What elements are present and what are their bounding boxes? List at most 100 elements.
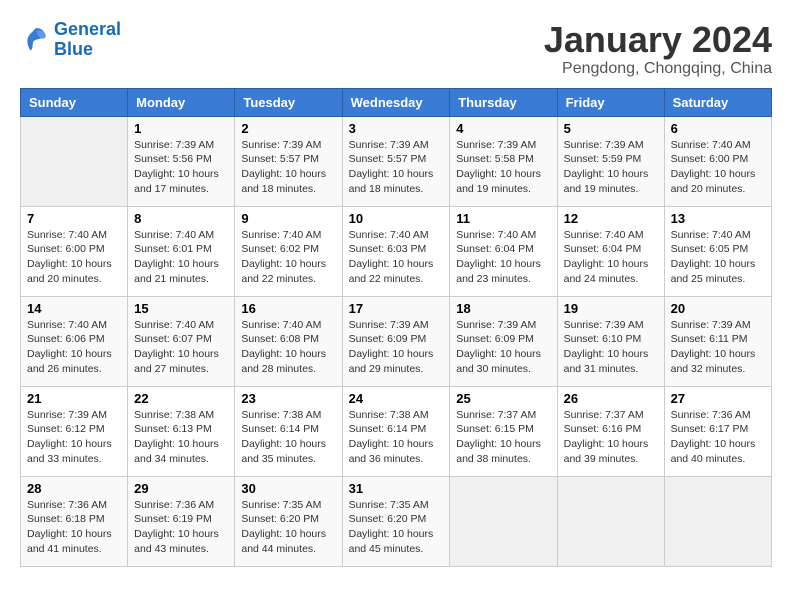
calendar-cell: [664, 476, 771, 566]
day-info: Sunrise: 7:35 AMSunset: 6:20 PMDaylight:…: [241, 498, 335, 557]
calendar-cell: 14Sunrise: 7:40 AMSunset: 6:06 PMDayligh…: [21, 296, 128, 386]
calendar-cell: 6 Sunrise: 7:40 AMSunset: 6:00 PMDaylight…: [664, 116, 771, 206]
header-tuesday: Tuesday: [235, 88, 342, 116]
calendar-table: SundayMondayTuesdayWednesdayThursdayFrid…: [20, 88, 772, 567]
day-number: 11: [456, 211, 550, 226]
day-number: 3: [349, 121, 444, 136]
day-info: Sunrise: 7:38 AMSunset: 6:13 PMDaylight:…: [134, 408, 228, 467]
day-number: 31: [349, 481, 444, 496]
day-info: Sunrise: 7:39 AMSunset: 6:11 PMDaylight:…: [671, 318, 765, 377]
day-info: Sunrise: 7:40 AMSunset: 6:07 PMDaylight:…: [134, 318, 228, 377]
calendar-cell: 19 Sunrise: 7:39 AMSunset: 6:10 PMDayligh…: [557, 296, 664, 386]
day-number: 12: [564, 211, 658, 226]
day-info: Sunrise: 7:39 AMSunset: 6:09 PMDaylight:…: [349, 318, 444, 377]
title-block: January 2024 Pengdong, Chongqing, China: [544, 20, 772, 78]
day-info: Sunrise: 7:40 AMSunset: 6:03 PMDaylight:…: [349, 228, 444, 287]
location: Pengdong, Chongqing, China: [544, 60, 772, 78]
header-friday: Friday: [557, 88, 664, 116]
calendar-cell: [450, 476, 557, 566]
calendar-cell: 29 Sunrise: 7:36 AMSunset: 6:19 PMDayligh…: [128, 476, 235, 566]
day-info: Sunrise: 7:39 AMSunset: 6:10 PMDaylight:…: [564, 318, 658, 377]
day-info: Sunrise: 7:40 AMSunset: 6:04 PMDaylight:…: [456, 228, 550, 287]
day-number: 19: [564, 301, 658, 316]
day-number: 6: [671, 121, 765, 136]
day-number: 18: [456, 301, 550, 316]
day-info: Sunrise: 7:37 AMSunset: 6:16 PMDaylight:…: [564, 408, 658, 467]
calendar-cell: 17 Sunrise: 7:39 AMSunset: 6:09 PMDayligh…: [342, 296, 450, 386]
day-number: 9: [241, 211, 335, 226]
calendar-cell: 10 Sunrise: 7:40 AMSunset: 6:03 PMDayligh…: [342, 206, 450, 296]
day-number: 15: [134, 301, 228, 316]
calendar-cell: 31 Sunrise: 7:35 AMSunset: 6:20 PMDayligh…: [342, 476, 450, 566]
calendar-cell: 5 Sunrise: 7:39 AMSunset: 5:59 PMDaylight…: [557, 116, 664, 206]
day-number: 16: [241, 301, 335, 316]
day-info: Sunrise: 7:40 AMSunset: 6:00 PMDaylight:…: [27, 228, 121, 287]
day-info: Sunrise: 7:36 AMSunset: 6:19 PMDaylight:…: [134, 498, 228, 557]
header-wednesday: Wednesday: [342, 88, 450, 116]
calendar-cell: 24Sunrise: 7:38 AMSunset: 6:14 PMDayligh…: [342, 386, 450, 476]
day-number: 23: [241, 391, 335, 406]
day-info: Sunrise: 7:40 AMSunset: 6:01 PMDaylight:…: [134, 228, 228, 287]
day-info: Sunrise: 7:39 AMSunset: 5:58 PMDaylight:…: [456, 138, 550, 197]
day-number: 29: [134, 481, 228, 496]
calendar-cell: 23Sunrise: 7:38 AMSunset: 6:14 PMDayligh…: [235, 386, 342, 476]
day-info: Sunrise: 7:36 AMSunset: 6:18 PMDaylight:…: [27, 498, 121, 557]
calendar-cell: 15 Sunrise: 7:40 AMSunset: 6:07 PMDayligh…: [128, 296, 235, 386]
day-number: 30: [241, 481, 335, 496]
day-info: Sunrise: 7:40 AMSunset: 6:08 PMDaylight:…: [241, 318, 335, 377]
calendar-body: 1 Sunrise: 7:39 AMSunset: 5:56 PMDaylight…: [21, 116, 772, 566]
day-number: 17: [349, 301, 444, 316]
calendar-cell: 28 Sunrise: 7:36 AMSunset: 6:18 PMDayligh…: [21, 476, 128, 566]
day-info: Sunrise: 7:39 AMSunset: 5:57 PMDaylight:…: [241, 138, 335, 197]
day-number: 22: [134, 391, 228, 406]
calendar-cell: 27 Sunrise: 7:36 AMSunset: 6:17 PMDayligh…: [664, 386, 771, 476]
calendar-cell: 30 Sunrise: 7:35 AMSunset: 6:20 PMDayligh…: [235, 476, 342, 566]
day-info: Sunrise: 7:40 AMSunset: 6:04 PMDaylight:…: [564, 228, 658, 287]
day-info: Sunrise: 7:40 AMSunset: 6:02 PMDaylight:…: [241, 228, 335, 287]
calendar-cell: 4 Sunrise: 7:39 AMSunset: 5:58 PMDaylight…: [450, 116, 557, 206]
day-info: Sunrise: 7:40 AMSunset: 6:00 PMDaylight:…: [671, 138, 765, 197]
day-number: 13: [671, 211, 765, 226]
day-info: Sunrise: 7:39 AMSunset: 5:57 PMDaylight:…: [349, 138, 444, 197]
calendar-cell: 16 Sunrise: 7:40 AMSunset: 6:08 PMDayligh…: [235, 296, 342, 386]
calendar-cell: 21 Sunrise: 7:39 AMSunset: 6:12 PMDayligh…: [21, 386, 128, 476]
day-info: Sunrise: 7:39 AMSunset: 6:09 PMDaylight:…: [456, 318, 550, 377]
calendar-cell: 13 Sunrise: 7:40 AMSunset: 6:05 PMDayligh…: [664, 206, 771, 296]
day-info: Sunrise: 7:40 AMSunset: 6:05 PMDaylight:…: [671, 228, 765, 287]
calendar-cell: 7 Sunrise: 7:40 AMSunset: 6:00 PMDaylight…: [21, 206, 128, 296]
calendar-cell: 8 Sunrise: 7:40 AMSunset: 6:01 PMDaylight…: [128, 206, 235, 296]
day-number: 26: [564, 391, 658, 406]
calendar-header: SundayMondayTuesdayWednesdayThursdayFrid…: [21, 88, 772, 116]
calendar-cell: 18 Sunrise: 7:39 AMSunset: 6:09 PMDayligh…: [450, 296, 557, 386]
calendar-cell: 25Sunrise: 7:37 AMSunset: 6:15 PMDayligh…: [450, 386, 557, 476]
page-header: General Blue January 2024 Pengdong, Chon…: [20, 20, 772, 78]
calendar-cell: [557, 476, 664, 566]
calendar-cell: 1 Sunrise: 7:39 AMSunset: 5:56 PMDaylight…: [128, 116, 235, 206]
day-number: 1: [134, 121, 228, 136]
day-number: 2: [241, 121, 335, 136]
calendar-cell: 9 Sunrise: 7:40 AMSunset: 6:02 PMDaylight…: [235, 206, 342, 296]
day-number: 5: [564, 121, 658, 136]
day-number: 24: [349, 391, 444, 406]
logo-text: General Blue: [54, 20, 121, 60]
day-number: 25: [456, 391, 550, 406]
calendar-cell: 2 Sunrise: 7:39 AMSunset: 5:57 PMDaylight…: [235, 116, 342, 206]
day-info: Sunrise: 7:39 AMSunset: 5:56 PMDaylight:…: [134, 138, 228, 197]
day-info: Sunrise: 7:35 AMSunset: 6:20 PMDaylight:…: [349, 498, 444, 557]
day-number: 7: [27, 211, 121, 226]
day-info: Sunrise: 7:36 AMSunset: 6:17 PMDaylight:…: [671, 408, 765, 467]
day-info: Sunrise: 7:39 AMSunset: 5:59 PMDaylight:…: [564, 138, 658, 197]
day-number: 21: [27, 391, 121, 406]
day-number: 27: [671, 391, 765, 406]
calendar-cell: 11 Sunrise: 7:40 AMSunset: 6:04 PMDayligh…: [450, 206, 557, 296]
day-number: 4: [456, 121, 550, 136]
day-number: 10: [349, 211, 444, 226]
day-info: Sunrise: 7:39 AMSunset: 6:12 PMDaylight:…: [27, 408, 121, 467]
calendar-cell: [21, 116, 128, 206]
day-info: Sunrise: 7:40 AMSunset: 6:06 PMDaylight:…: [27, 318, 121, 377]
logo-icon: [20, 25, 50, 55]
header-sunday: Sunday: [21, 88, 128, 116]
day-number: 28: [27, 481, 121, 496]
calendar-cell: 3 Sunrise: 7:39 AMSunset: 5:57 PMDaylight…: [342, 116, 450, 206]
day-number: 8: [134, 211, 228, 226]
